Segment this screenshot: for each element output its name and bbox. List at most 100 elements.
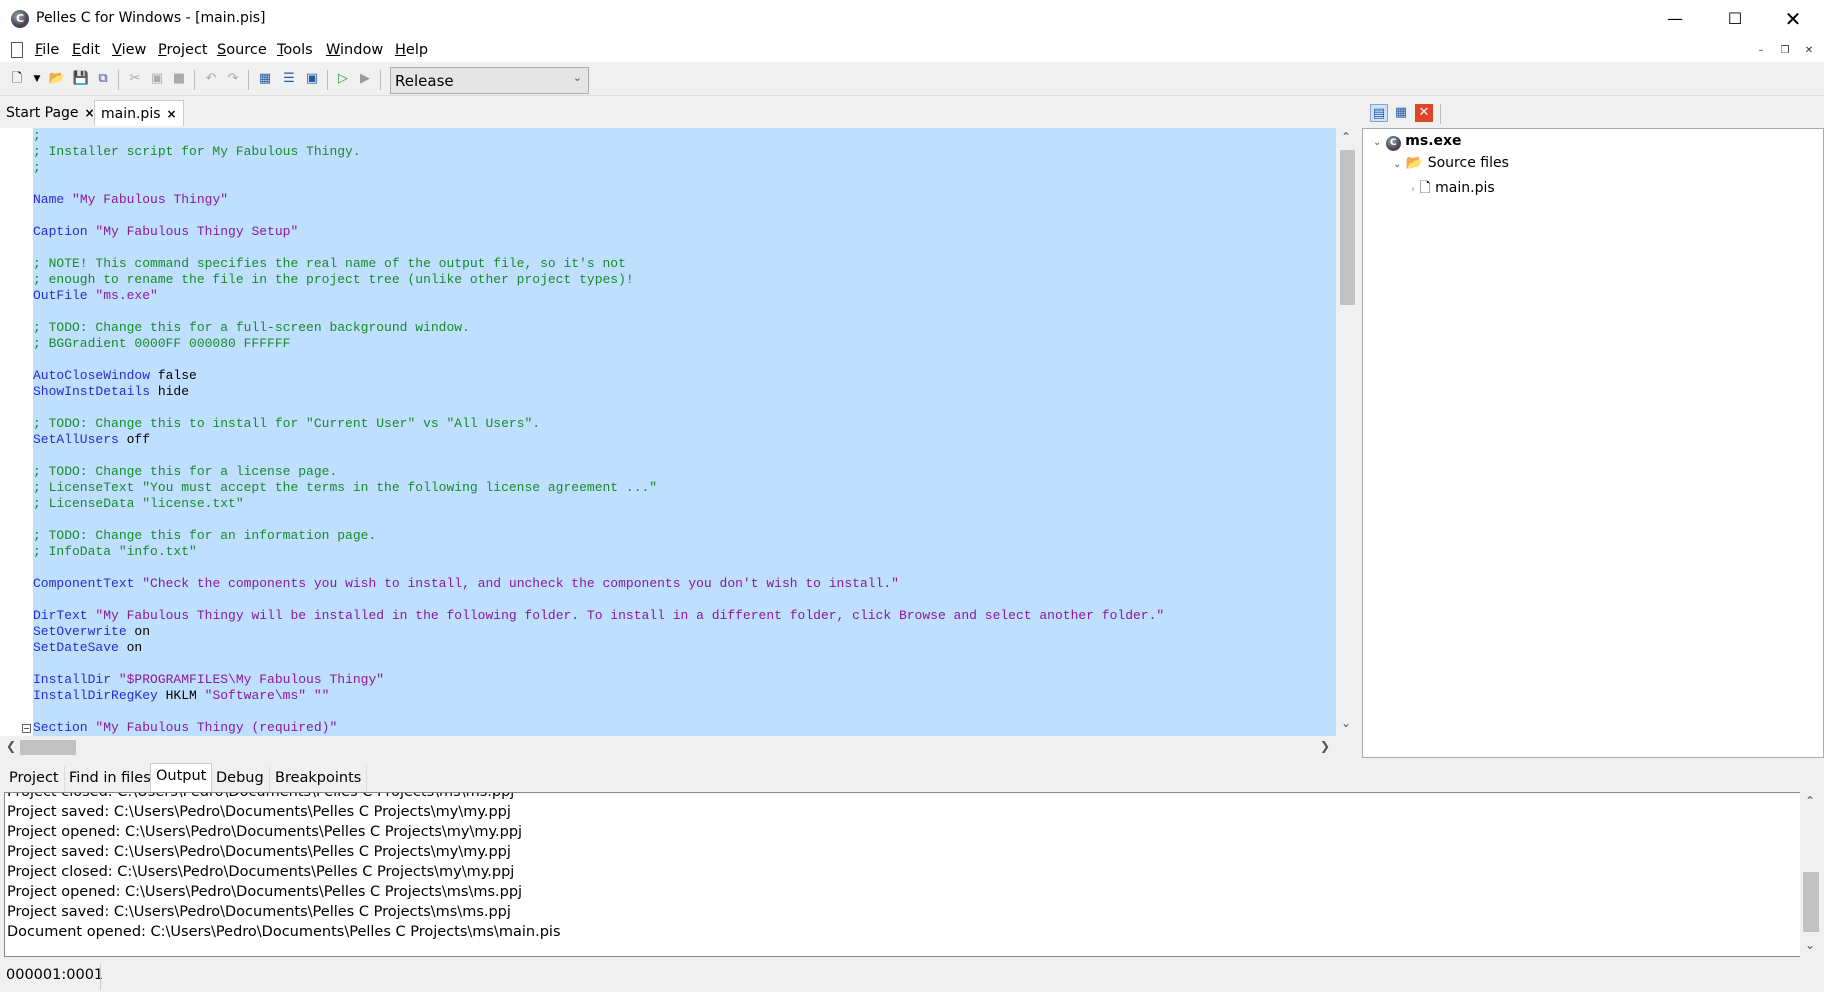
editor-vertical-scrollbar[interactable]: ⌃ ⌄ bbox=[1336, 128, 1358, 736]
code-token-string: "$PROGRAMFILES\My Fabulous Thingy" bbox=[118, 672, 385, 687]
copy-icon[interactable]: ▣ bbox=[148, 70, 166, 88]
scrollbar-thumb[interactable] bbox=[20, 740, 76, 755]
mdi-restore-button[interactable]: ❐ bbox=[1775, 42, 1795, 60]
output-log[interactable]: Project closed: C:\Users\Pedro\Documents… bbox=[4, 792, 1801, 957]
tree-node-project[interactable]: ⌄ C ms.exe bbox=[1373, 133, 1462, 151]
close-tab-icon[interactable]: × bbox=[167, 107, 177, 121]
tab-breakpoints[interactable]: Breakpoints bbox=[270, 766, 368, 792]
mdi-close-button[interactable]: ✕ bbox=[1799, 42, 1819, 60]
menu-view[interactable]: View bbox=[112, 42, 146, 58]
code-token-keyword: InstallDirRegKey bbox=[33, 688, 158, 703]
chevron-down-icon: ⌄ bbox=[572, 71, 582, 84]
tab-main-pis[interactable]: main.pis × bbox=[94, 100, 184, 126]
code-token-comment: ; LicenseData "license.txt" bbox=[33, 496, 244, 511]
paste-icon[interactable]: ■ bbox=[170, 70, 188, 88]
code-editor[interactable]: ;; Installer script for My Fabulous Thin… bbox=[0, 128, 1336, 736]
code-token-comment: ; TODO: Change this for a full-screen ba… bbox=[33, 320, 470, 335]
editor-horizontal-scrollbar[interactable]: ❮ ❯ bbox=[0, 736, 1336, 758]
code-line: ; InfoData "info.txt" bbox=[33, 544, 1164, 560]
bottom-tabs: Project Find in files Output Debug Break… bbox=[0, 762, 1824, 792]
configuration-dropdown[interactable]: Release ⌄ bbox=[390, 67, 589, 94]
menu-help[interactable]: Help bbox=[395, 42, 428, 58]
menu-source[interactable]: Source bbox=[217, 42, 267, 58]
window-title: Pelles C for Windows - [main.pis] bbox=[36, 10, 266, 26]
output-line: Project closed: C:\Users\Pedro\Documents… bbox=[7, 792, 515, 800]
code-token-string: "ms.exe" bbox=[95, 288, 158, 303]
fold-toggle-icon[interactable]: − bbox=[22, 724, 31, 733]
go-debug-icon[interactable]: ▷ bbox=[334, 70, 352, 88]
add-file-icon[interactable]: ▦ bbox=[1392, 104, 1410, 122]
project-tree: ⌄ C ms.exe ⌄ 📂 Source files › 🗋 main.pis bbox=[1362, 128, 1824, 758]
build-icon[interactable]: ☰ bbox=[280, 70, 298, 88]
chevron-down-icon[interactable]: ⌄ bbox=[1373, 137, 1381, 148]
scroll-down-icon[interactable]: ⌄ bbox=[1341, 716, 1351, 730]
chevron-down-icon[interactable]: ⌄ bbox=[1393, 159, 1401, 170]
code-token-keyword: ComponentText bbox=[33, 576, 135, 591]
file-view-icon[interactable]: ▤ bbox=[1370, 104, 1388, 122]
scroll-up-icon[interactable]: ⌃ bbox=[1805, 794, 1815, 808]
code-line: Section "My Fabulous Thingy (required)" bbox=[33, 720, 1164, 736]
menu-edit[interactable]: Edit bbox=[72, 42, 100, 58]
code-line: ; BGGradient 0000FF 000080 FFFFFF bbox=[33, 336, 1164, 352]
code-line: ShowInstDetails hide bbox=[33, 384, 1164, 400]
new-file-icon[interactable]: 🗋 bbox=[8, 70, 26, 88]
delete-icon[interactable]: ✕ bbox=[1415, 104, 1433, 122]
configuration-value: Release bbox=[395, 72, 454, 90]
code-line: InstallDir "$PROGRAMFILES\My Fabulous Th… bbox=[33, 672, 1164, 688]
code-token-comment: ; LicenseText "You must accept the terms… bbox=[33, 480, 658, 495]
code-token-string: "My Fabulous Thingy" bbox=[72, 192, 229, 207]
save-icon[interactable]: 💾 bbox=[72, 70, 90, 88]
undo-icon[interactable]: ↶ bbox=[202, 70, 220, 88]
minimize-button[interactable]: — bbox=[1646, 0, 1704, 38]
scrollbar-thumb[interactable] bbox=[1340, 150, 1355, 305]
tab-debug[interactable]: Debug bbox=[211, 766, 270, 792]
scroll-right-icon[interactable]: ❯ bbox=[1320, 739, 1330, 753]
tab-start-page[interactable]: Start Page × bbox=[0, 100, 101, 126]
folder-name: Source files bbox=[1427, 155, 1509, 171]
code-token-comment: ; enough to rename the file in the proje… bbox=[33, 272, 634, 287]
code-line: Caption "My Fabulous Thingy Setup" bbox=[33, 224, 1164, 240]
dropdown-arrow-icon[interactable]: ▼ bbox=[28, 70, 46, 88]
code-lines: ;; Installer script for My Fabulous Thin… bbox=[33, 128, 1164, 736]
execute-window-icon[interactable]: ▣ bbox=[303, 70, 321, 88]
redo-icon[interactable]: ↷ bbox=[224, 70, 242, 88]
menu-project[interactable]: Project bbox=[158, 42, 208, 58]
scroll-left-icon[interactable]: ❮ bbox=[6, 739, 16, 753]
scrollbar-thumb[interactable] bbox=[1803, 872, 1819, 932]
code-token-keyword: SetDateSave bbox=[33, 640, 119, 655]
scroll-down-icon[interactable]: ⌄ bbox=[1805, 938, 1815, 952]
code-token-comment: ; TODO: Change this for a license page. bbox=[33, 464, 338, 479]
code-line: ; LicenseText "You must accept the terms… bbox=[33, 480, 1164, 496]
code-token-keyword: InstallDir bbox=[33, 672, 112, 687]
scroll-up-icon[interactable]: ⌃ bbox=[1341, 130, 1351, 144]
output-line: Project opened: C:\Users\Pedro\Documents… bbox=[7, 884, 523, 900]
tree-node-folder[interactable]: ⌄ 📂 Source files bbox=[1393, 155, 1509, 171]
code-line: ; bbox=[33, 128, 1164, 144]
code-token-text: HKLM bbox=[157, 688, 205, 703]
open-folder-icon[interactable]: 📂 bbox=[48, 70, 66, 88]
tab-project[interactable]: Project bbox=[4, 766, 65, 792]
cut-icon[interactable]: ✂ bbox=[126, 70, 144, 88]
menu-window[interactable]: Window bbox=[326, 42, 383, 58]
run-icon[interactable]: ▶ bbox=[356, 70, 374, 88]
tab-output[interactable]: Output bbox=[150, 763, 213, 792]
mdi-minimize-button[interactable]: – bbox=[1751, 42, 1771, 60]
tab-find-in-files[interactable]: Find in files bbox=[64, 766, 157, 792]
close-button[interactable]: ✕ bbox=[1764, 0, 1822, 38]
tree-node-file[interactable]: › 🗋 main.pis bbox=[1411, 177, 1495, 201]
project-panel: ▤ ▦ ✕ ⌄ C ms.exe ⌄ 📂 Source files › 🗋 ma… bbox=[1362, 98, 1824, 758]
menu-file[interactable]: File bbox=[35, 42, 59, 58]
maximize-button[interactable]: ☐ bbox=[1706, 0, 1764, 38]
project-panel-toolbar: ▤ ▦ ✕ bbox=[1362, 98, 1824, 128]
code-line: Name "My Fabulous Thingy" bbox=[33, 192, 1164, 208]
save-all-icon[interactable]: ⧉ bbox=[94, 70, 112, 88]
code-token-comment: ; InfoData "info.txt" bbox=[33, 544, 197, 559]
document-tabs: Start Page × main.pis × bbox=[0, 98, 1358, 128]
menu-tools[interactable]: Tools bbox=[277, 42, 313, 58]
folder-icon: 📂 bbox=[1405, 155, 1424, 171]
compile-icon[interactable]: ▦ bbox=[256, 70, 274, 88]
output-vertical-scrollbar[interactable]: ⌃ ⌄ bbox=[1800, 792, 1822, 957]
